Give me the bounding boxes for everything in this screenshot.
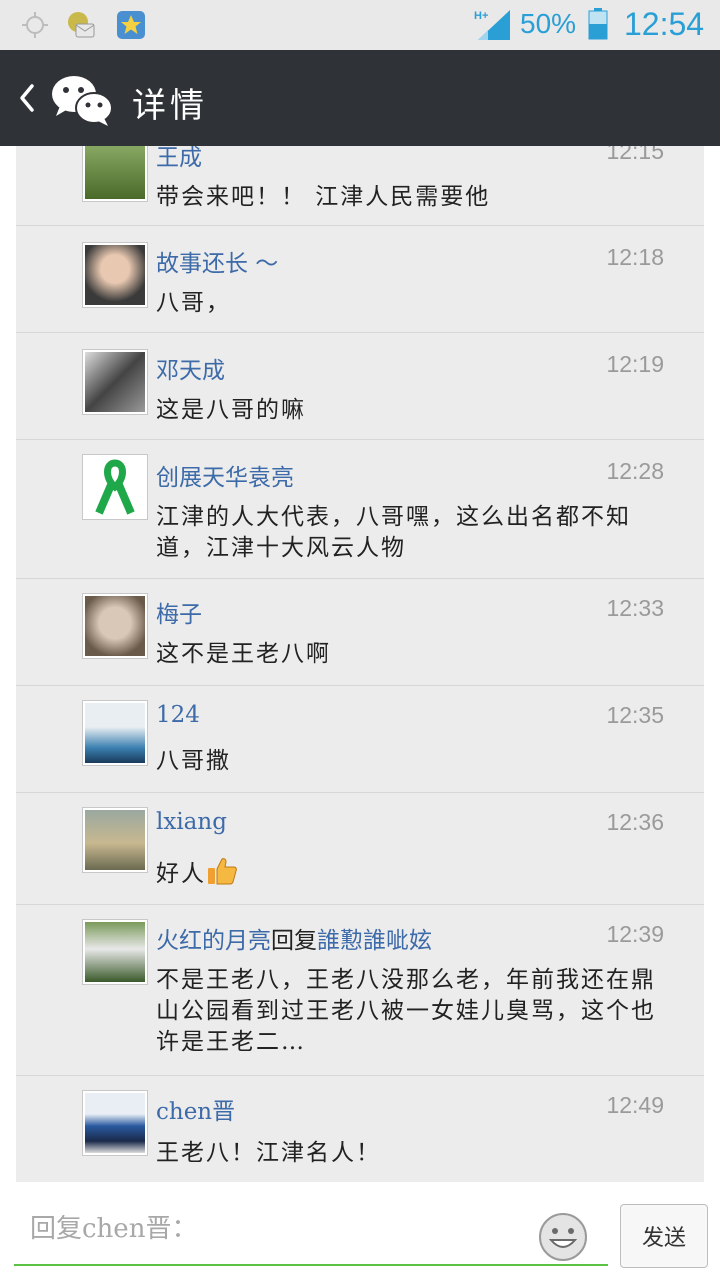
comment-author[interactable]: 邓天成 <box>156 351 225 385</box>
comment-time: 12:39 <box>606 921 664 947</box>
comment-text: 江津的人大代表，八哥嘿，这么出名都不知道，江津十大风云人物 <box>156 504 631 561</box>
comment-text: 带会来吧！！ 江津人民需要他 <box>156 184 491 210</box>
comment-time: 12:35 <box>606 702 664 728</box>
comment-item: 王成 12:15 带会来吧！！ 江津人民需要他 <box>16 146 704 226</box>
comment-item: 124 12:35 八哥撒 <box>16 686 704 793</box>
comment-time: 12:28 <box>606 458 664 484</box>
reply-bar: 发送 <box>0 1182 720 1280</box>
comment-author[interactable]: 124 <box>156 702 200 728</box>
comment-text: 八哥撒 <box>156 748 231 774</box>
chevron-left-icon[interactable] <box>16 80 38 116</box>
comment-text: 好人 <box>156 855 666 890</box>
smiley-icon[interactable] <box>538 1212 588 1262</box>
avatar[interactable] <box>82 454 148 520</box>
status-bar: H+ 50% 12:54 <box>0 0 720 50</box>
signal-icon: H+ <box>474 10 510 40</box>
reply-target[interactable]: 誰懃誰呲妶 <box>317 928 432 954</box>
comment-time: 12:49 <box>606 1092 664 1118</box>
comment-text: 王老八！江津名人！ <box>156 1140 381 1166</box>
comment-text: 不是王老八，王老八没那么老，年前我还在鼎山公园看到过王老八被一女娃儿臭骂，这个也… <box>156 967 656 1055</box>
comment-time: 12:19 <box>606 351 664 377</box>
comment-time: 12:15 <box>606 146 664 164</box>
mail-icon <box>68 12 95 38</box>
avatar[interactable] <box>82 593 148 659</box>
gps-icon <box>22 12 48 38</box>
comment-time: 12:33 <box>606 595 664 621</box>
comment-time: 12:36 <box>606 809 664 835</box>
avatar[interactable] <box>82 919 148 985</box>
page-title: 详情 <box>132 86 208 126</box>
comment-text: 这不是王老八啊 <box>156 641 331 667</box>
wechat-logo-icon <box>52 76 113 126</box>
comment-author[interactable]: 故事还长 〜 <box>156 244 278 278</box>
star-app-icon <box>117 11 145 39</box>
comment-author[interactable]: chen晋 <box>156 1092 235 1126</box>
reply-author[interactable]: 火红的月亮 <box>156 928 271 954</box>
send-button[interactable]: 发送 <box>620 1204 708 1268</box>
comment-text-content: 好人 <box>156 861 206 887</box>
comment-author[interactable]: lxiang <box>156 809 227 835</box>
comment-item: 创展天华袁亮 12:28 江津的人大代表，八哥嘿，这么出名都不知道，江津十大风云… <box>16 440 704 579</box>
avatar[interactable] <box>82 807 148 873</box>
comment-time: 12:18 <box>606 244 664 270</box>
comment-author[interactable]: 梅子 <box>156 595 202 629</box>
comment-author[interactable]: 创展天华袁亮 <box>156 458 294 492</box>
comment-text: 这是八哥的嘛 <box>156 397 306 423</box>
avatar[interactable] <box>82 1090 148 1156</box>
avatar[interactable] <box>82 700 148 766</box>
clock: 12:54 <box>624 6 705 42</box>
avatar[interactable] <box>82 146 148 202</box>
avatar[interactable] <box>82 349 148 415</box>
title-bar: 详情 <box>0 50 720 146</box>
comment-item: 故事还长 〜 12:18 八哥， <box>16 226 704 333</box>
ribbon-icon <box>85 457 145 517</box>
comment-item: 火红的月亮回复誰懃誰呲妶 12:39 不是王老八，王老八没那么老，年前我还在鼎山… <box>16 905 704 1076</box>
comment-author[interactable]: 王成 <box>156 146 202 172</box>
reply-word: 回复 <box>271 928 317 954</box>
comment-item: chen晋 12:49 王老八！江津名人！ <box>16 1076 704 1182</box>
thumbs-up-icon <box>208 858 237 885</box>
comment-item: 梅子 12:33 这不是王老八啊 <box>16 579 704 686</box>
avatar[interactable] <box>82 242 148 308</box>
comment-item: 邓天成 12:19 这是八哥的嘛 <box>16 333 704 440</box>
battery-icon <box>588 8 608 40</box>
svg-text:H+: H+ <box>474 10 488 22</box>
battery-percent: 50% <box>520 8 577 39</box>
comment-text: 八哥， <box>156 290 231 316</box>
reply-input[interactable] <box>14 1194 608 1266</box>
comment-item: lxiang 12:36 好人 <box>16 793 704 905</box>
comment-list[interactable]: 王成 12:15 带会来吧！！ 江津人民需要他 故事还长 〜 12:18 八哥，… <box>16 146 704 1182</box>
comment-author: 火红的月亮回复誰懃誰呲妶 <box>156 921 432 955</box>
